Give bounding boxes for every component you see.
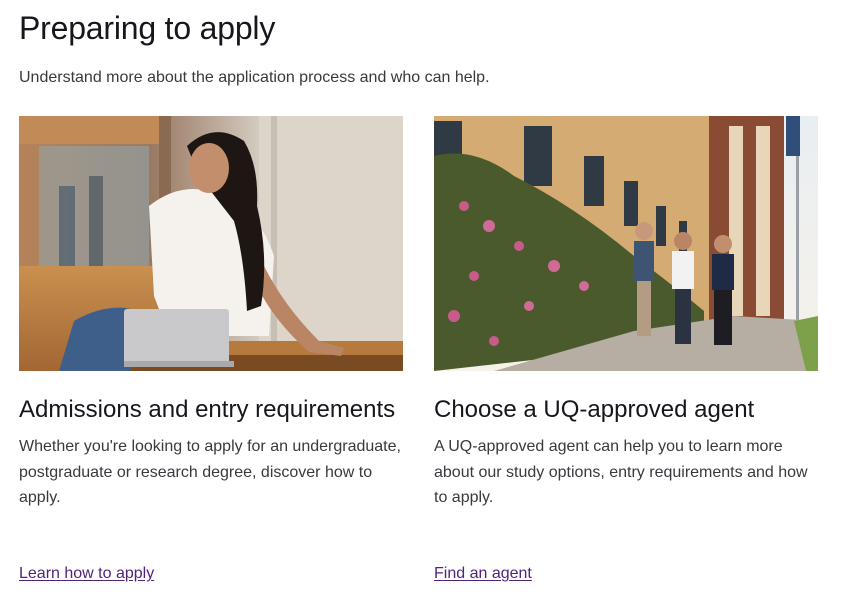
learn-how-to-apply-link[interactable]: Learn how to apply [19,564,154,584]
card-image-campus-walk [434,116,818,371]
page-title: Preparing to apply [19,10,276,46]
card-agent: Choose a UQ-approved agent A UQ-approved… [434,116,818,582]
card-description: A UQ-approved agent can help you to lear… [434,438,808,506]
card-admissions: Admissions and entry requirements Whethe… [19,116,403,582]
campus-students-photo [434,116,818,371]
card-title: Admissions and entry requirements [19,396,396,423]
find-an-agent-link[interactable]: Find an agent [434,564,532,584]
card-description: Whether you're looking to apply for an u… [19,438,401,506]
card-image-student-laptop [19,116,403,371]
card-title: Choose a UQ-approved agent [434,396,755,423]
student-laptop-photo [19,116,403,371]
page-intro: Understand more about the application pr… [19,69,490,86]
